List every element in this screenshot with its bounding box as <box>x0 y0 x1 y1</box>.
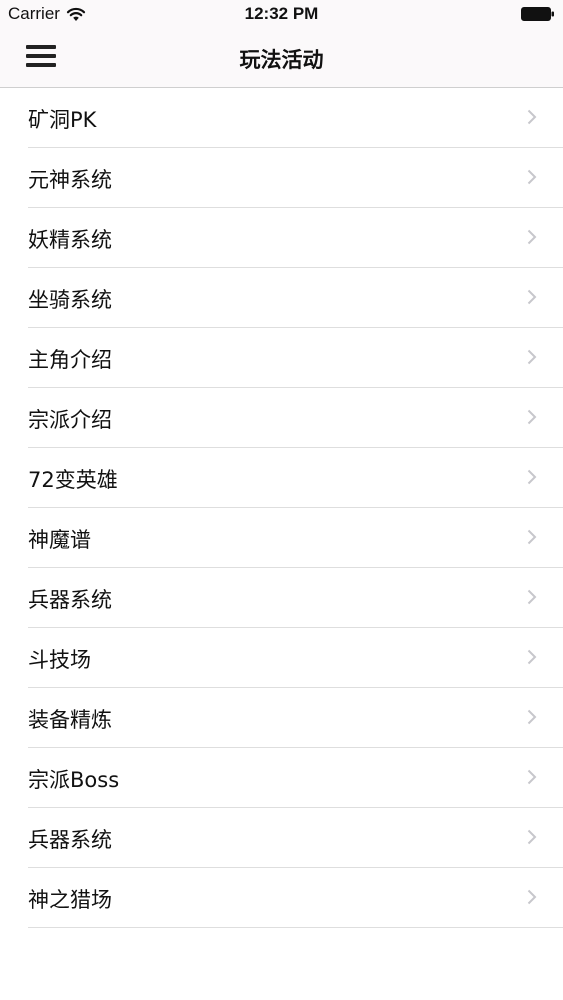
list-item-label: 斗技场 <box>28 648 91 672</box>
list-item[interactable]: 兵器系统 <box>28 808 563 868</box>
chevron-right-icon <box>527 289 537 305</box>
status-bar: Carrier 12:32 PM <box>0 0 563 30</box>
chevron-right-icon <box>527 889 537 905</box>
list-item[interactable]: 坐骑系统 <box>28 268 563 328</box>
list-item-label: 神之猎场 <box>28 888 112 912</box>
screen: Carrier 12:32 PM 玩法活动 矿洞PK 元神系统 妖精系统 坐骑系… <box>0 0 563 1000</box>
list-item[interactable]: 宗派Boss <box>28 748 563 808</box>
list-item[interactable]: 72变英雄 <box>28 448 563 508</box>
list-item[interactable]: 神之猎场 <box>28 868 563 928</box>
list-item-label: 72变英雄 <box>28 468 118 492</box>
chevron-right-icon <box>527 589 537 605</box>
list-item[interactable]: 斗技场 <box>28 628 563 688</box>
list-item-label: 宗派介绍 <box>28 408 112 432</box>
list-item-label: 兵器系统 <box>28 588 112 612</box>
list-item-label: 元神系统 <box>28 168 112 192</box>
chevron-right-icon <box>527 469 537 485</box>
battery-icon <box>521 7 554 21</box>
list-item-label: 宗派Boss <box>28 768 120 792</box>
list-item-label: 神魔谱 <box>28 528 91 552</box>
list-item[interactable]: 装备精炼 <box>28 688 563 748</box>
list-item[interactable]: 元神系统 <box>28 148 563 208</box>
list-item[interactable]: 矿洞PK <box>28 88 563 148</box>
chevron-right-icon <box>527 349 537 365</box>
chevron-right-icon <box>527 109 537 125</box>
status-time: 12:32 PM <box>244 4 319 23</box>
chevron-right-icon <box>527 649 537 665</box>
chevron-right-icon <box>527 229 537 245</box>
chevron-right-icon <box>527 169 537 185</box>
chevron-right-icon <box>527 409 537 425</box>
list-item-label: 妖精系统 <box>28 228 112 252</box>
navigation-bar: 玩法活动 <box>0 30 563 88</box>
list-item-label: 坐骑系统 <box>28 288 112 312</box>
list-item-label: 主角介绍 <box>28 348 112 372</box>
chevron-right-icon <box>527 829 537 845</box>
list-item-label: 装备精炼 <box>28 708 112 732</box>
list-item[interactable]: 主角介绍 <box>28 328 563 388</box>
list-item[interactable]: 兵器系统 <box>28 568 563 628</box>
list-item[interactable]: 妖精系统 <box>28 208 563 268</box>
list-item-label: 矿洞PK <box>28 108 97 132</box>
list-item[interactable]: 神魔谱 <box>28 508 563 568</box>
list-item-label: 兵器系统 <box>28 828 112 852</box>
page-title: 玩法活动 <box>239 48 324 72</box>
menu-list: 矿洞PK 元神系统 妖精系统 坐骑系统 主角介绍 宗派介绍 72变英雄 神魔谱 <box>0 88 563 928</box>
chevron-right-icon <box>527 529 537 545</box>
chevron-right-icon <box>527 769 537 785</box>
list-item[interactable]: 宗派介绍 <box>28 388 563 448</box>
chevron-right-icon <box>527 709 537 725</box>
